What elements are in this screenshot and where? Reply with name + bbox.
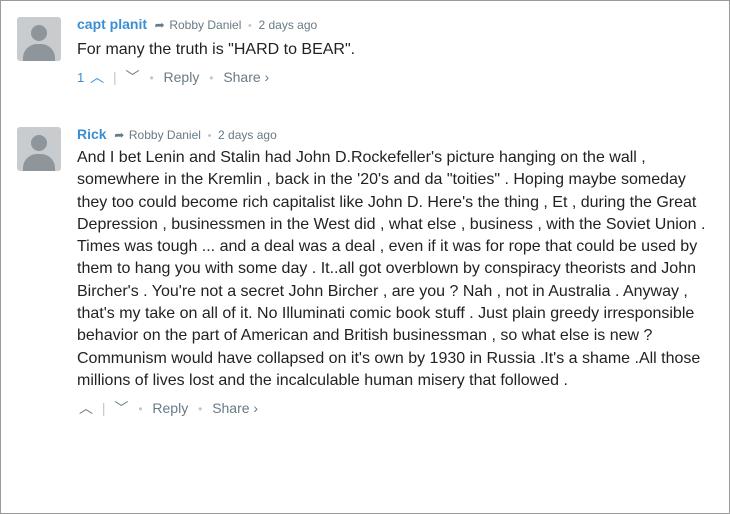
vote-divider: | bbox=[101, 400, 106, 417]
share-button[interactable]: Share › bbox=[223, 69, 269, 85]
separator-dot: • bbox=[149, 71, 154, 86]
timestamp[interactable]: 2 days ago bbox=[218, 128, 277, 142]
comment-content: capt planit ➦ Robby Daniel • 2 days ago … bbox=[77, 13, 717, 87]
comment-header: Rick ➦ Robby Daniel • 2 days ago bbox=[77, 123, 717, 145]
author-name[interactable]: Rick bbox=[77, 126, 107, 142]
comment-actions: 1 ︿ | ﹀ • Reply • Share › bbox=[77, 67, 717, 87]
avatar-body-shape bbox=[23, 44, 55, 61]
comment-content: Rick ➦ Robby Daniel • 2 days ago And I b… bbox=[77, 123, 717, 418]
avatar[interactable] bbox=[17, 17, 61, 61]
reply-arrow-icon: ➦ bbox=[154, 18, 165, 32]
avatar-body-shape bbox=[23, 154, 55, 171]
chevron-down-icon[interactable]: ﹀ bbox=[114, 400, 128, 416]
reply-to-name[interactable]: Robby Daniel bbox=[169, 18, 241, 32]
author-name[interactable]: capt planit bbox=[77, 16, 147, 32]
separator-dot: • bbox=[138, 402, 143, 417]
comment-message: For many the truth is "HARD to BEAR". bbox=[77, 41, 356, 58]
chevron-up-icon[interactable]: ︿ bbox=[90, 69, 104, 85]
reply-to-name[interactable]: Robby Daniel bbox=[129, 128, 201, 142]
comment-message: And I bet Lenin and Stalin had John D.Ro… bbox=[77, 149, 706, 389]
chevron-up-icon[interactable]: ︿ bbox=[79, 400, 93, 416]
timestamp[interactable]: 2 days ago bbox=[258, 18, 317, 32]
comments-panel: capt planit ➦ Robby Daniel • 2 days ago … bbox=[0, 0, 730, 514]
separator-dot: • bbox=[198, 402, 203, 417]
separator-dot: • bbox=[248, 20, 252, 32]
avatar-head-shape bbox=[31, 135, 47, 151]
vote-divider: | bbox=[113, 69, 117, 86]
avatar-head-shape bbox=[31, 25, 47, 41]
comment-header: capt planit ➦ Robby Daniel • 2 days ago bbox=[77, 13, 717, 35]
reply-button[interactable]: Reply bbox=[152, 400, 188, 416]
reply-arrow-icon: ➦ bbox=[114, 128, 125, 142]
chevron-down-icon[interactable]: ﹀ bbox=[126, 69, 140, 85]
separator-dot: • bbox=[209, 71, 214, 86]
share-button[interactable]: Share › bbox=[212, 400, 258, 416]
avatar[interactable] bbox=[17, 127, 61, 171]
reply-button[interactable]: Reply bbox=[164, 69, 200, 85]
comment-actions: ︿ | ﹀ • Reply • Share › bbox=[77, 398, 717, 418]
separator-dot: • bbox=[207, 130, 212, 142]
vote-count: 1 bbox=[77, 70, 85, 86]
